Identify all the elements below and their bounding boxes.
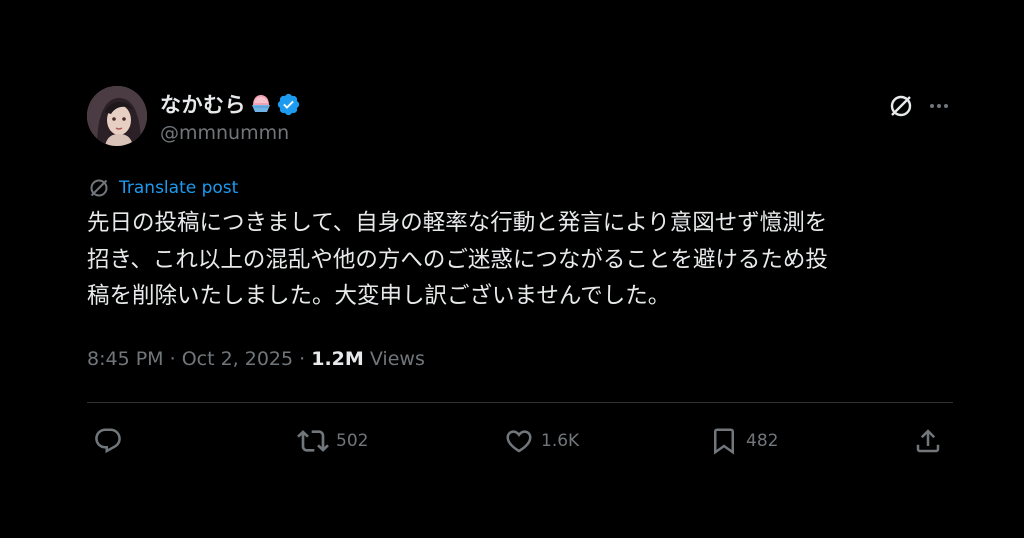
repost-button[interactable]: 502 <box>297 424 368 458</box>
post-text-line: 稿を削除いたしました。大変申し訳ございませんでした。 <box>87 283 671 309</box>
display-name[interactable]: なかむら <box>160 89 246 119</box>
bookmark-icon <box>709 426 739 456</box>
tweet-header: なかむら @mmnummn <box>87 86 953 150</box>
meta-separator: · <box>163 348 182 370</box>
more-options-icon[interactable] <box>915 92 953 120</box>
views-count: 1.2M <box>311 348 364 370</box>
repost-icon <box>297 425 329 457</box>
translate-post-link[interactable]: Translate post <box>119 178 238 198</box>
share-button[interactable] <box>913 424 943 458</box>
post-meta: 8:45 PM · Oct 2, 2025 · 1.2M Views <box>87 348 425 370</box>
author-name-row: なかむら <box>160 90 301 118</box>
author-handle[interactable]: @mmnummn <box>160 122 289 144</box>
tweet-top-actions <box>887 92 953 120</box>
heart-icon <box>504 426 534 456</box>
avatar[interactable] <box>87 86 147 146</box>
post-text-line: 招き、これ以上の混乱や他の方へのご迷惑につながることを避けるため投 <box>87 246 828 273</box>
like-button[interactable]: 1.6K <box>504 424 579 458</box>
post-text: 先日の投稿につきまして、自身の軽率な行動と発言により意図せず憶測を 招き、これ以… <box>87 205 957 315</box>
post-date[interactable]: Oct 2, 2025 <box>182 348 293 370</box>
post-text-line: 先日の投稿につきまして、自身の軽率な行動と発言により意図せず憶測を <box>87 210 828 236</box>
translate-row[interactable]: Translate post <box>87 176 238 200</box>
action-bar: 502 1.6K 482 <box>87 424 953 458</box>
reply-button[interactable] <box>93 424 123 458</box>
meta-separator: · <box>293 348 312 370</box>
tweet: なかむら @mmnummn Translate post 先日の投稿につきまして… <box>87 86 953 455</box>
divider <box>87 402 953 403</box>
verified-badge-icon[interactable] <box>276 92 301 117</box>
grok-translate-icon <box>87 176 111 200</box>
post-time[interactable]: 8:45 PM <box>87 348 164 370</box>
bookmark-button[interactable]: 482 <box>709 424 778 458</box>
repost-count: 502 <box>336 431 369 451</box>
reply-icon <box>93 426 123 456</box>
views-label: Views <box>363 348 425 370</box>
grok-icon[interactable] <box>887 92 915 120</box>
share-icon <box>913 426 943 456</box>
shaved-ice-emoji-icon <box>249 92 273 116</box>
like-count: 1.6K <box>541 431 580 451</box>
bookmark-count: 482 <box>746 431 779 451</box>
